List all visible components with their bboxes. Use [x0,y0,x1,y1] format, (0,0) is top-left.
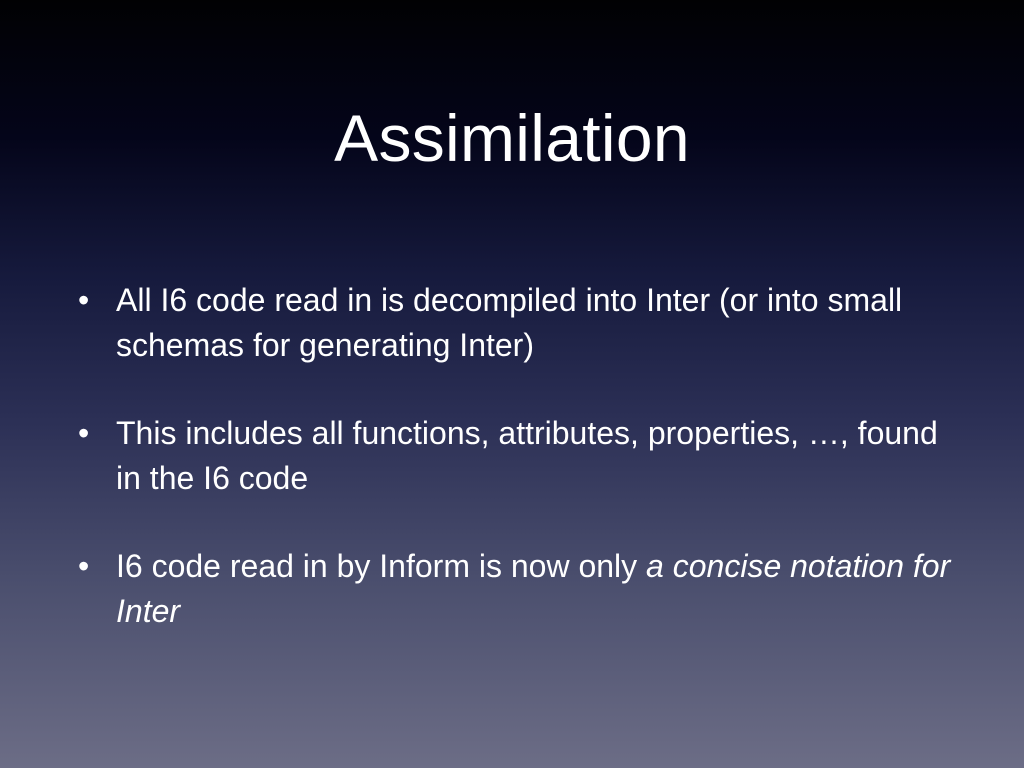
bullet-item: • I6 code read in by Inform is now only … [76,544,956,634]
bullet-item: • This includes all functions, attribute… [76,411,956,501]
bullet-text: This includes all functions, attributes,… [116,415,938,496]
bullet-text: All I6 code read in is decompiled into I… [116,282,903,363]
bullet-icon: • [78,415,90,451]
bullet-item: • All I6 code read in is decompiled into… [76,278,956,368]
slide-title: Assimilation [334,101,690,175]
bullet-text: I6 code read in by Inform is now only [116,548,647,584]
slide: Assimilation • All I6 code read in is de… [0,0,1024,768]
bullet-icon: • [78,548,90,584]
bullet-icon: • [78,282,90,318]
bullet-list: • All I6 code read in is decompiled into… [76,278,956,634]
